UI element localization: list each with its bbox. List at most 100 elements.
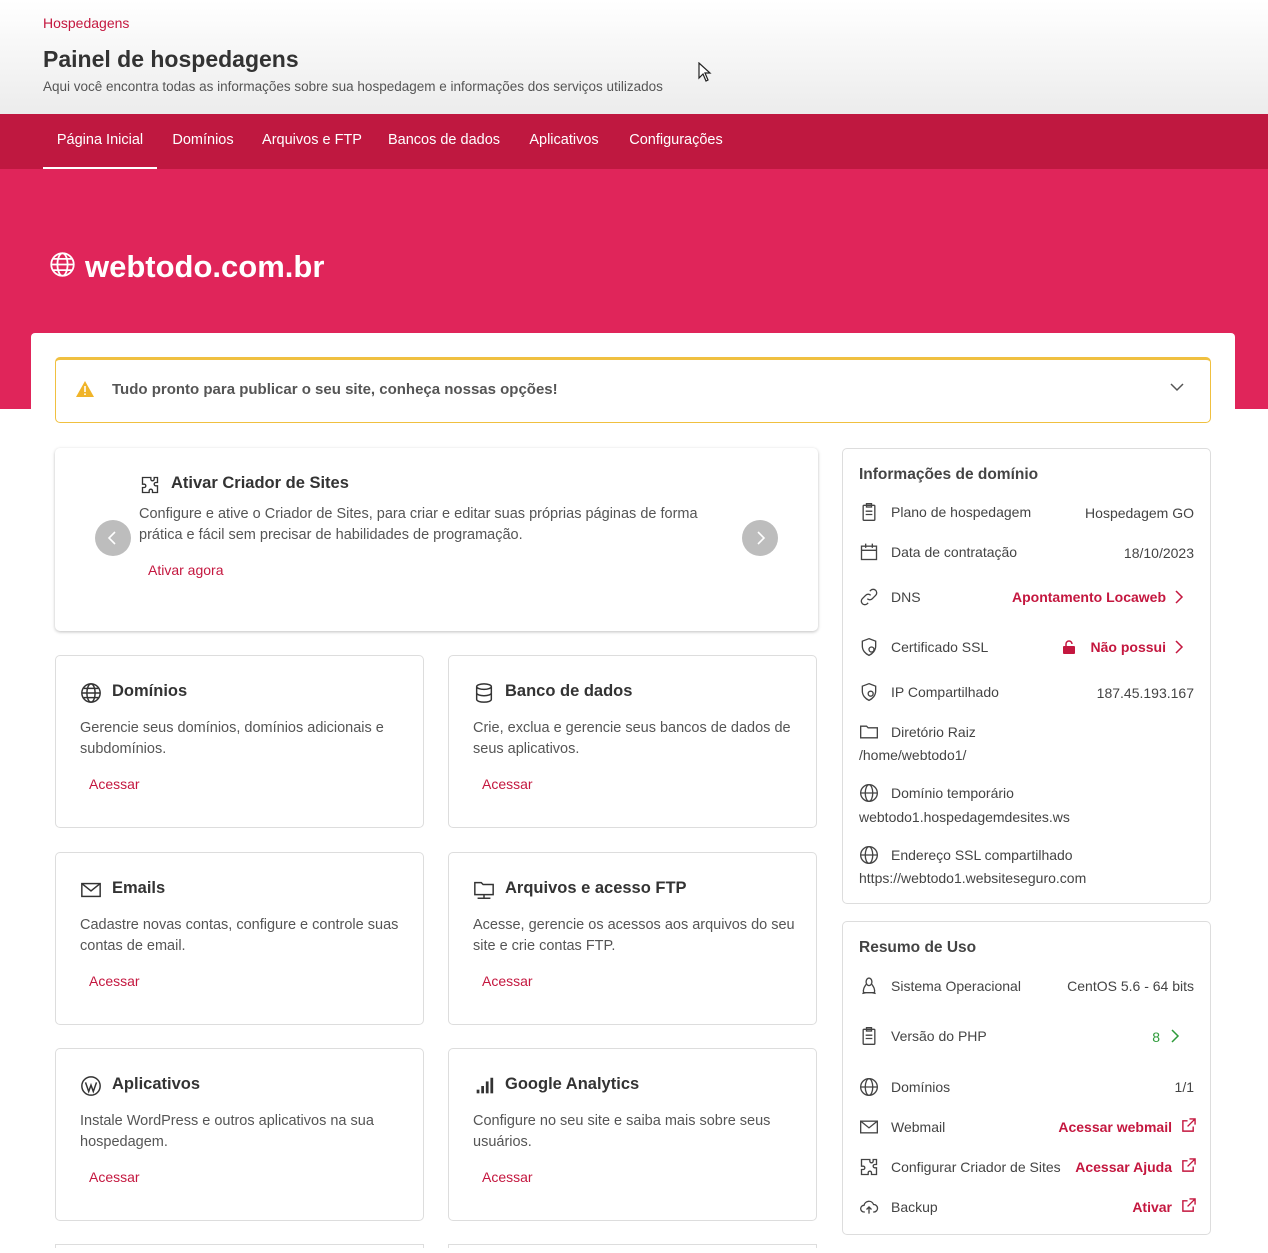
- page-title: Painel de hospedagens: [43, 46, 299, 72]
- dir-label: Diretório Raiz: [891, 724, 976, 740]
- os-label: Sistema Operacional: [891, 978, 1021, 994]
- tab-bancos-de-dados[interactable]: Bancos de dados: [383, 114, 505, 169]
- card-dominios: Domínios Gerencie seus domínios, domínio…: [55, 655, 424, 828]
- chevron-down-icon[interactable]: [1170, 382, 1184, 392]
- globe-icon: [860, 846, 878, 864]
- card-emails: Emails Cadastre novas contas, configure …: [55, 852, 424, 1025]
- cloud-upload-icon: [860, 1200, 879, 1214]
- chevron-right-icon[interactable]: [1174, 640, 1184, 654]
- webmail-label: Webmail: [891, 1119, 946, 1135]
- card-title: Banco de dados: [505, 682, 633, 700]
- feature-carousel: Ativar Criador de Sites Configure e ativ…: [55, 448, 818, 631]
- card-description: Crie, exclua e gerencie seus bancos de d…: [473, 720, 791, 757]
- domain-name: webtodo.com.br: [85, 249, 325, 284]
- puzzle-icon: [141, 476, 159, 494]
- ssl-label: Certificado SSL: [891, 639, 989, 655]
- page-subtitle: Aqui você encontra todas as informações …: [43, 79, 663, 94]
- tab-dominios[interactable]: Domínios: [165, 114, 241, 169]
- os-value: CentOS 5.6 - 64 bits: [1067, 978, 1194, 994]
- link-icon: [860, 588, 878, 606]
- card-title: Arquivos e acesso FTP: [505, 879, 687, 897]
- tab-aplicativos[interactable]: Aplicativos: [521, 114, 607, 169]
- card-title: Aplicativos: [112, 1075, 201, 1093]
- analytics-icon: [476, 1077, 494, 1094]
- ip-value: 187.45.193.167: [1096, 685, 1194, 701]
- folder-icon: [860, 725, 878, 739]
- tab-configuracoes[interactable]: Configurações: [622, 114, 730, 169]
- builder-help-link[interactable]: Acessar Ajuda: [1075, 1159, 1172, 1175]
- carousel-title: Ativar Criador de Sites: [171, 474, 349, 492]
- access-link[interactable]: Acessar: [89, 973, 140, 989]
- carousel-next-button[interactable]: [742, 520, 778, 556]
- chevron-right-icon: [757, 531, 766, 545]
- chevron-right-icon[interactable]: [1170, 1029, 1180, 1043]
- external-link-icon[interactable]: [1181, 1158, 1196, 1173]
- chevron-right-icon[interactable]: [1174, 590, 1184, 604]
- database-icon: [475, 683, 493, 703]
- access-link[interactable]: Acessar: [482, 973, 533, 989]
- mouse-cursor-icon: [698, 62, 712, 82]
- temp-domain-value: webtodo1.hospedagemdesites.ws: [859, 809, 1070, 825]
- carousel-prev-button[interactable]: [95, 520, 131, 556]
- globe-icon: [860, 784, 878, 802]
- chevron-left-icon: [107, 531, 116, 545]
- globe-icon: [50, 252, 75, 277]
- shield-certificate-icon: [861, 637, 877, 657]
- tab-pagina-inicial[interactable]: Página Inicial: [43, 114, 157, 169]
- wordpress-icon: [81, 1076, 101, 1096]
- globe-icon: [81, 683, 101, 703]
- clipboard-icon: [862, 503, 876, 521]
- dns-link[interactable]: Apontamento Locaweb: [1012, 589, 1166, 605]
- plan-label: Plano de hospedagem: [891, 504, 1032, 520]
- plan-value: Hospedagem GO: [1085, 505, 1194, 521]
- usage-panel: Resumo de Uso Sistema Operacional CentOS…: [842, 921, 1211, 1235]
- ip-label: IP Compartilhado: [891, 684, 999, 700]
- backup-activate-link[interactable]: Ativar: [1132, 1199, 1172, 1215]
- card-description: Acesse, gerencie os acessos aos arquivos…: [473, 917, 795, 954]
- access-link[interactable]: Acessar: [89, 776, 140, 792]
- page-header: Hospedagens Painel de hospedagens Aqui v…: [0, 0, 1268, 114]
- unlock-icon: [1063, 640, 1075, 654]
- dir-value: /home/webtodo1/: [859, 747, 967, 763]
- publish-alert[interactable]: Tudo pronto para publicar o seu site, co…: [55, 357, 1211, 423]
- domains-label: Domínios: [891, 1079, 951, 1095]
- access-link[interactable]: Acessar: [89, 1169, 140, 1185]
- card-title: Domínios: [112, 682, 188, 700]
- domain-info-panel: Informações de domínio Plano de hospedag…: [842, 448, 1211, 904]
- card-arquivos-ftp: Arquivos e acesso FTP Acesse, gerencie o…: [448, 852, 817, 1025]
- shield-ip-icon: [861, 682, 877, 702]
- date-label: Data de contratação: [891, 544, 1018, 560]
- globe-icon: [860, 1078, 878, 1096]
- temp-domain-label: Domínio temporário: [891, 785, 1014, 801]
- webmail-link[interactable]: Acessar webmail: [1058, 1119, 1172, 1135]
- external-link-icon[interactable]: [1181, 1118, 1196, 1133]
- ssl-link[interactable]: Não possui: [1091, 639, 1166, 655]
- tab-arquivos-ftp[interactable]: Arquivos e FTP: [257, 114, 367, 169]
- external-link-icon[interactable]: [1181, 1198, 1196, 1213]
- card-description: Cadastre novas contas, configure e contr…: [80, 917, 399, 954]
- access-link[interactable]: Acessar: [482, 1169, 533, 1185]
- card-title: Google Analytics: [505, 1075, 640, 1093]
- linux-icon: [862, 977, 876, 995]
- dns-label: DNS: [891, 589, 921, 605]
- php-label: Versão do PHP: [891, 1028, 987, 1044]
- builder-label: Configurar Criador de Sites: [891, 1159, 1061, 1175]
- calendar-icon: [860, 543, 878, 561]
- card-partial: [448, 1244, 817, 1248]
- card-google-analytics: Google Analytics Configure no seu site e…: [448, 1048, 817, 1221]
- card-banco-de-dados: Banco de dados Crie, exclua e gerencie s…: [448, 655, 817, 828]
- card-aplicativos: Aplicativos Instale WordPress e outros a…: [55, 1048, 424, 1221]
- activate-now-link[interactable]: Ativar agora: [148, 562, 223, 578]
- domain-info-title: Informações de domínio: [859, 466, 1039, 483]
- puzzle-icon: [860, 1158, 878, 1176]
- backup-label: Backup: [891, 1199, 938, 1215]
- card-description: Gerencie seus domínios, domínios adicion…: [80, 720, 384, 757]
- access-link[interactable]: Acessar: [482, 776, 533, 792]
- php-value[interactable]: 8: [1152, 1029, 1160, 1045]
- date-value: 18/10/2023: [1123, 545, 1194, 561]
- breadcrumb[interactable]: Hospedagens: [43, 15, 129, 31]
- folder-network-icon: [474, 881, 494, 899]
- card-partial: [55, 1244, 424, 1248]
- card-description: Instale WordPress e outros aplicativos n…: [80, 1113, 374, 1150]
- warning-icon: [76, 381, 94, 397]
